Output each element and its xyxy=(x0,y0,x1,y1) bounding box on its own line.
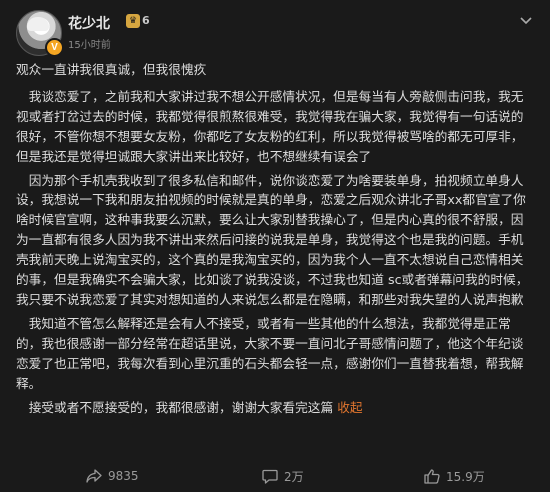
post-title: 观众一直讲我很真诚，但我很愧疚 xyxy=(16,62,207,77)
like-count: 15.9万 xyxy=(446,469,485,484)
post-timestamp: 15小时前 xyxy=(68,40,111,51)
crown-icon: ♛ xyxy=(126,14,140,28)
post-paragraph: 我知道不管怎么解释还是会有人不接受，或者有一些其他的什么想法，我都觉得是正常的，… xyxy=(16,314,534,394)
like-button[interactable]: 15.9万 xyxy=(424,460,485,492)
username[interactable]: 花少北 xyxy=(68,13,110,33)
chevron-down-icon[interactable] xyxy=(516,12,536,30)
collapse-link[interactable]: 收起 xyxy=(337,400,362,415)
post-header: V 花少北 ♛ 6 15小时前 xyxy=(16,10,536,57)
post-paragraph: 因为那个手机壳我收到了很多私信和邮件，说你谈恋爱了为啥要装单身，拍视频立单身人设… xyxy=(16,171,534,310)
post-paragraph-text: 我谈恋爱了，之前我和大家讲过我不想公开感情状况，但是每当有人旁敲侧击问我，我无视… xyxy=(16,88,524,164)
comment-button[interactable]: 2万 xyxy=(262,460,304,492)
avatar-hair xyxy=(27,17,49,31)
verified-badge-icon: V xyxy=(45,38,64,57)
action-bar: 9835 2万 15.9万 xyxy=(0,460,550,492)
post-paragraph-text: 因为那个手机壳我收到了很多私信和邮件，说你谈恋爱了为啥要装单身，拍视频立单身人设… xyxy=(16,172,529,307)
post-body: 观众一直讲我很真诚，但我很愧疚 我谈恋爱了，之前我和大家讲过我不想公开感情状况，… xyxy=(16,60,534,417)
avatar[interactable]: V xyxy=(16,10,64,57)
share-button[interactable]: 9835 xyxy=(86,460,139,492)
share-icon xyxy=(86,469,102,483)
share-count: 9835 xyxy=(108,469,139,483)
thumbs-up-icon xyxy=(424,468,440,484)
comment-count: 2万 xyxy=(284,469,304,484)
post-paragraph: 我谈恋爱了，之前我和大家讲过我不想公开感情状况，但是每当有人旁敲侧击问我，我无视… xyxy=(16,87,534,167)
comment-icon xyxy=(262,469,278,484)
post-closing-text: 接受或者不愿接受的，我都很感谢，谢谢大家看完这篇 xyxy=(28,399,334,415)
user-level: 6 xyxy=(142,14,150,27)
post-paragraph-text: 我知道不管怎么解释还是会有人不接受，或者有一些其他的什么想法，我都觉得是正常的，… xyxy=(16,315,524,391)
post-closing: 接受或者不愿接受的，我都很感谢，谢谢大家看完这篇 收起 xyxy=(16,398,534,418)
